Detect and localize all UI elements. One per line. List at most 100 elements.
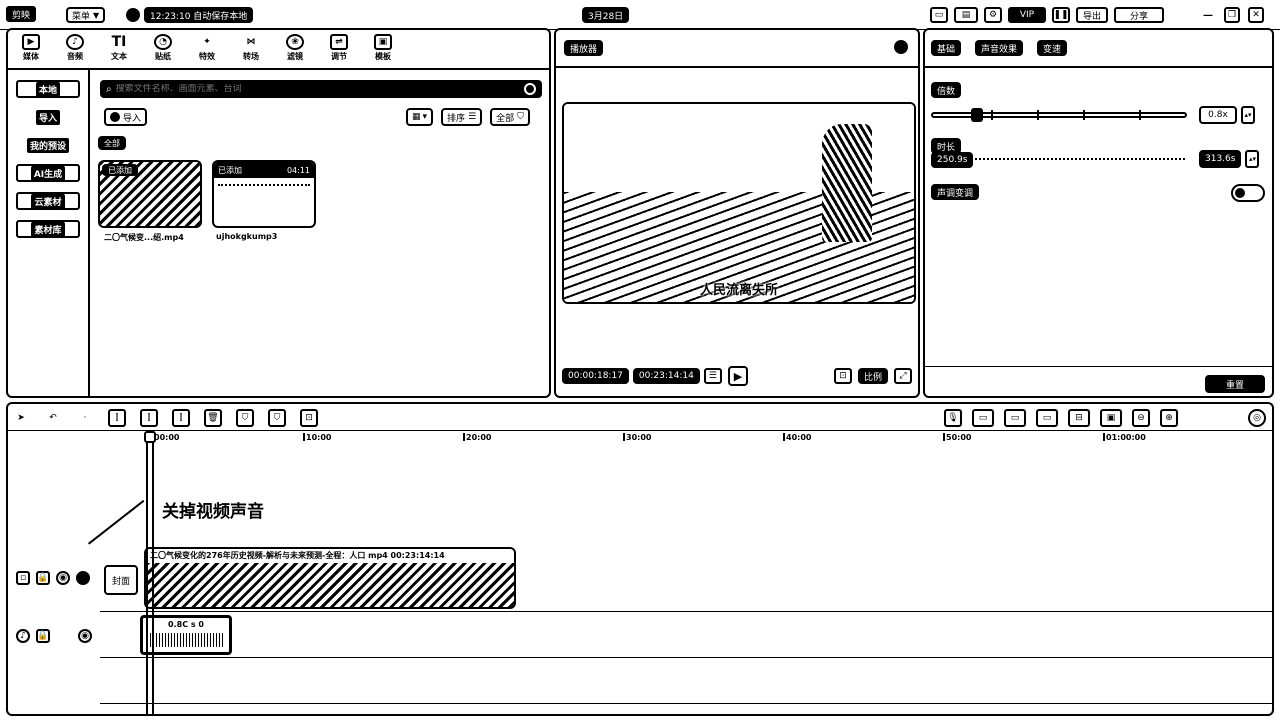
minimize-icon[interactable]: — <box>1200 7 1216 23</box>
mic-icon[interactable]: 🎙 <box>944 409 962 427</box>
media-file-card[interactable]: 已添加 04:11 <box>212 160 316 228</box>
tool-adjust[interactable]: ⇌ 调节 <box>322 34 356 62</box>
import-button[interactable]: 导入 <box>104 108 148 126</box>
filter-button[interactable]: 全部 ⛉ <box>490 108 530 126</box>
slider-tick <box>991 110 993 120</box>
split-left-icon[interactable]: ⫿ <box>140 409 158 427</box>
sidebar-item-import[interactable]: 导入 <box>16 108 80 126</box>
split-track-icon[interactable]: ⊟ <box>1068 409 1090 427</box>
menu-label: 菜单 <box>72 11 91 22</box>
refresh-icon[interactable] <box>524 83 536 95</box>
lock-icon[interactable]: 🔒 <box>36 629 50 643</box>
pitch-toggle[interactable] <box>1231 184 1265 202</box>
share-button[interactable]: 分享 <box>1114 7 1164 23</box>
maximize-icon[interactable]: ❐ <box>1224 7 1240 23</box>
preview-axis-icon[interactable]: ▭ <box>1036 409 1058 427</box>
export-button[interactable]: 导出 <box>1076 7 1108 23</box>
play-button[interactable]: ▶ <box>728 366 748 386</box>
freeze-icon[interactable]: ⛉ <box>268 409 286 427</box>
sidebar-item-library[interactable]: 素材库 <box>16 220 80 238</box>
zoom-in-icon[interactable]: ⊕ <box>1160 409 1178 427</box>
zoom-out-icon[interactable]: ⊖ <box>1132 409 1150 427</box>
list-icon[interactable]: ☰ <box>703 368 722 384</box>
sort-button[interactable]: 排序 ☰ <box>441 108 483 126</box>
crop-icon[interactable]: ⊡ <box>300 409 318 427</box>
tool-effects[interactable]: ✦ 特效 <box>190 34 224 62</box>
crop-icon[interactable]: ⊡ <box>833 368 852 384</box>
duration-stepper[interactable]: 313.6s ▴▾ <box>1199 150 1260 168</box>
zoom-fit-icon[interactable]: ◎ <box>1248 409 1266 427</box>
ratio-button[interactable]: 比例 <box>857 368 888 384</box>
sidebar-item-local[interactable]: 本地 <box>16 80 80 98</box>
shield-icon[interactable]: ⛉ <box>236 409 254 427</box>
tool-filter[interactable]: ❀ 滤镜 <box>278 34 312 62</box>
snap-icon[interactable]: ▭ <box>1004 409 1026 427</box>
added-badge: 已添加 <box>218 165 242 175</box>
menu-icon[interactable] <box>894 40 908 54</box>
track-toggle-icon[interactable]: ▫ <box>16 571 30 585</box>
stepper-arrows-icon[interactable]: ▴▾ <box>1245 150 1260 168</box>
track-link-icon[interactable]: ▭ <box>972 409 994 427</box>
split-right-icon[interactable]: ⫿ <box>172 409 190 427</box>
tab-basic[interactable]: 基础 <box>931 40 962 56</box>
stepper-arrows-icon[interactable]: ▴▾ <box>1241 106 1255 124</box>
vip-icon[interactable]: VIP <box>1008 7 1046 23</box>
player-title: 播放器 <box>564 40 604 56</box>
app-name: 剪映 <box>6 6 37 22</box>
undo-icon[interactable]: ↶ <box>44 409 62 427</box>
search-input[interactable] <box>115 84 524 94</box>
chevron-down-icon: ▼ <box>93 10 100 20</box>
select-icon[interactable]: ➤ <box>12 409 30 427</box>
eye-icon[interactable]: ◉ <box>56 571 70 585</box>
speed-slider[interactable] <box>931 108 1187 122</box>
sidebar-item-ai[interactable]: AI生成 <box>16 164 80 182</box>
settings-icon[interactable]: ⚙ <box>984 7 1002 23</box>
playhead-handle[interactable] <box>144 431 156 443</box>
media-file-card[interactable]: 已添加 <box>98 160 202 228</box>
slider-handle[interactable] <box>971 108 983 122</box>
sidebar-item-cloud[interactable]: 云素材 <box>16 192 80 210</box>
tool-sticker[interactable]: ◔ 贴纸 <box>146 34 180 62</box>
video-preview[interactable]: 人民流离失所 <box>562 102 916 304</box>
player-controls-left: 00:00:18:17 00:23:14:14 ☰ <box>562 368 722 384</box>
ruler-tick: 20:00 <box>462 433 492 442</box>
tool-text[interactable]: TI 文本 <box>102 34 136 62</box>
cover-button[interactable]: 封面 <box>104 565 138 595</box>
duration-slider[interactable] <box>971 158 1185 160</box>
audio-track-icon[interactable]: ♪ <box>16 629 30 643</box>
playhead[interactable] <box>144 431 156 714</box>
duration-value[interactable]: 313.6s <box>1199 150 1242 168</box>
import-label: 导入 <box>123 113 142 124</box>
sidebar-item-label: 本地 <box>35 81 60 97</box>
close-icon[interactable]: ✕ <box>1248 7 1264 23</box>
tool-audio[interactable]: ♪ 音频 <box>58 34 92 62</box>
delete-icon[interactable]: 🗑 <box>204 409 222 427</box>
video-clip[interactable]: 二〇气候变化的276年历史视频-解析与未来预测-全程：人口 mp4 00:23:… <box>144 547 516 609</box>
speed-stepper[interactable]: 0.8x ▴▾ <box>1199 106 1255 124</box>
tool-transition[interactable]: ⋈ 转场 <box>234 34 268 62</box>
redo-icon[interactable]: · <box>76 409 94 427</box>
volume-icon[interactable]: ◉ <box>78 629 92 643</box>
speed-value[interactable]: 0.8x <box>1199 106 1237 124</box>
caption-icon[interactable]: ▣ <box>1100 409 1122 427</box>
reset-button[interactable]: 重置 <box>1205 375 1265 393</box>
tab-speed[interactable]: 变速 <box>1037 40 1068 56</box>
video-clip-title: 二〇气候变化的276年历史视频-解析与未来预测-全程：人口 mp4 00:23:… <box>146 549 514 563</box>
fullscreen-icon[interactable]: ⤢ <box>894 368 912 384</box>
tab-sound-effect[interactable]: 声音效果 <box>975 40 1024 56</box>
tool-template[interactable]: ▣ 模板 <box>366 34 400 62</box>
timeline-ruler[interactable]: 00:00 10:00 20:00 30:00 40:00 50:00 01:0… <box>8 431 1272 447</box>
monitor-icon[interactable]: ▤ <box>954 7 978 23</box>
share-label: 分享 <box>1129 11 1148 22</box>
export-label: 导出 <box>1082 11 1101 22</box>
sidebar-item-presets[interactable]: 我的预设 <box>16 136 80 154</box>
pause-icon[interactable]: ❚❚ <box>1052 7 1070 23</box>
lock-icon[interactable]: 🔒 <box>36 571 50 585</box>
mute-icon[interactable] <box>76 571 90 585</box>
layout-icon[interactable]: ▭ <box>930 7 948 23</box>
menu-button[interactable]: 菜单 ▼ <box>66 7 106 23</box>
tool-media[interactable]: ▶ 媒体 <box>14 34 48 62</box>
inspector-divider <box>925 66 1272 68</box>
view-mode-button[interactable]: ▦ ▾ <box>406 108 434 126</box>
split-icon[interactable]: ⫿ <box>108 409 126 427</box>
